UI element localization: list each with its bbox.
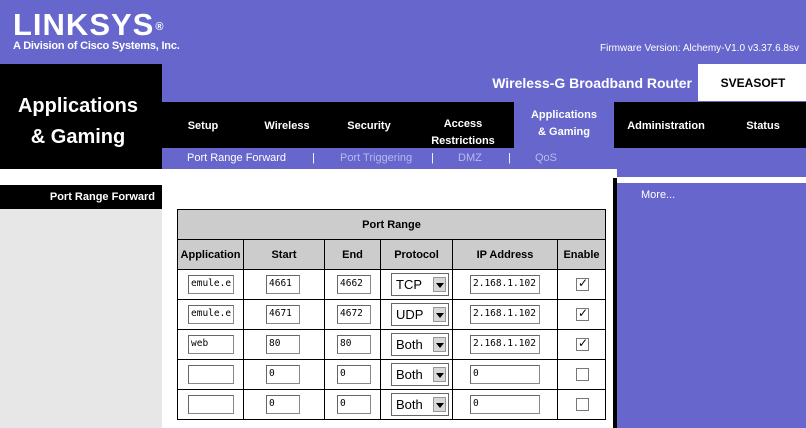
enable-checkbox[interactable] xyxy=(576,368,589,381)
application-input[interactable]: emule.e xyxy=(188,305,234,324)
tab-label: Setup xyxy=(187,120,219,132)
tab-setup[interactable]: Setup xyxy=(170,105,236,148)
logo-text: LINKSYS xyxy=(13,7,155,42)
subtab-port-range-forward[interactable]: Port Range Forward xyxy=(187,152,286,164)
end-port-input[interactable]: 0 xyxy=(337,395,371,414)
right-divider xyxy=(617,177,806,183)
dropdown-arrow-icon[interactable] xyxy=(433,277,446,292)
protocol-value: UDP xyxy=(396,307,424,322)
subtab-separator: | xyxy=(312,152,315,164)
tab-label: Security xyxy=(347,120,391,132)
section-title-block: Applications & Gaming xyxy=(0,64,162,169)
protocol-select[interactable]: Both xyxy=(391,393,449,416)
end-port-input[interactable]: 80 xyxy=(337,335,371,354)
port-range-title: Port Range xyxy=(177,209,606,240)
start-port-input[interactable]: 4661 xyxy=(266,275,300,294)
dropdown-arrow-icon[interactable] xyxy=(433,337,446,352)
tab-status[interactable]: Status xyxy=(726,105,800,148)
content-top-spacer xyxy=(162,169,617,178)
col-header-application: Application xyxy=(177,239,244,270)
logo-registered-mark: ® xyxy=(155,21,165,33)
protocol-select[interactable]: Both xyxy=(391,333,449,356)
protocol-value: Both xyxy=(396,397,423,412)
model-box: SVEASOFT xyxy=(698,64,806,101)
subtab-dmz[interactable]: DMZ xyxy=(458,152,482,164)
protocol-value: TCP xyxy=(396,277,422,292)
tab-label: Administration xyxy=(627,120,705,132)
enable-checkbox[interactable] xyxy=(576,336,589,351)
sub-navigation: Port Range Forward | Port Triggering | D… xyxy=(162,148,806,169)
tab-applications-gaming[interactable]: Applications & Gaming xyxy=(514,100,614,148)
enable-checkbox[interactable] xyxy=(576,276,589,291)
start-port-input[interactable]: 0 xyxy=(266,365,300,384)
protocol-select[interactable]: UDP xyxy=(391,303,449,326)
logo-subtitle: A Division of Cisco Systems, Inc. xyxy=(13,40,180,52)
tab-security[interactable]: Security xyxy=(332,105,406,148)
end-port-input[interactable]: 0 xyxy=(337,365,371,384)
col-header-protocol: Protocol xyxy=(380,239,453,270)
protocol-select[interactable]: Both xyxy=(391,363,449,386)
col-header-enable: Enable xyxy=(557,239,606,270)
table-row: web 80 80 Both 2.168.1.102 xyxy=(177,329,606,360)
protocol-select[interactable]: TCP xyxy=(391,273,449,296)
table-row: emule.e 4671 4672 UDP 2.168.1.102 xyxy=(177,299,606,330)
application-input[interactable]: emule.e xyxy=(188,275,234,294)
ip-address-input[interactable]: 0 xyxy=(470,395,540,414)
more-link[interactable]: More... xyxy=(641,189,675,201)
product-name: Wireless-G Broadband Router xyxy=(492,75,692,91)
subtab-separator: | xyxy=(508,152,511,164)
start-port-input[interactable]: 4671 xyxy=(266,305,300,324)
tab-label: Status xyxy=(746,120,780,132)
col-header-ip-address: IP Address xyxy=(452,239,558,270)
model-name: SVEASOFT xyxy=(720,76,786,90)
port-range-table: Port Range Application Start End Protoco… xyxy=(177,209,606,420)
ip-address-input[interactable]: 2.168.1.102 xyxy=(470,335,540,354)
tab-wireless[interactable]: Wireless xyxy=(250,105,324,148)
protocol-value: Both xyxy=(396,337,423,352)
end-port-input[interactable]: 4662 xyxy=(337,275,371,294)
product-bar: Wireless-G Broadband Router SVEASOFT xyxy=(162,64,806,101)
table-row: emule.e 4661 4662 TCP 2.168.1.102 xyxy=(177,269,606,300)
protocol-value: Both xyxy=(396,367,423,382)
dropdown-arrow-icon[interactable] xyxy=(433,367,446,382)
left-section-label: Port Range Forward xyxy=(0,185,162,209)
start-port-input[interactable]: 80 xyxy=(266,335,300,354)
ip-address-input[interactable]: 0 xyxy=(470,365,540,384)
left-spacer xyxy=(0,169,162,185)
table-row: 0 0 Both 0 xyxy=(177,389,606,420)
ip-address-input[interactable]: 2.168.1.102 xyxy=(470,305,540,324)
main-tabs: Setup Wireless Security Access Restricti… xyxy=(162,100,806,148)
col-header-end: End xyxy=(324,239,381,270)
linksys-logo: LINKSYS® xyxy=(13,9,164,40)
firmware-version: Firmware Version: Alchemy-V1.0 v3.37.6.8… xyxy=(600,43,799,54)
table-row: 0 0 Both 0 xyxy=(177,359,606,390)
subtab-port-triggering[interactable]: Port Triggering xyxy=(340,152,412,164)
tab-label: Access Restrictions xyxy=(431,117,495,147)
application-input[interactable]: web xyxy=(188,335,234,354)
table-header-row: Application Start End Protocol IP Addres… xyxy=(177,239,606,270)
start-port-input[interactable]: 0 xyxy=(266,395,300,414)
end-port-input[interactable]: 4672 xyxy=(337,305,371,324)
dropdown-arrow-icon[interactable] xyxy=(433,397,446,412)
application-input[interactable] xyxy=(188,365,234,384)
subtab-qos[interactable]: QoS xyxy=(535,152,557,164)
top-banner: LINKSYS® A Division of Cisco Systems, In… xyxy=(0,0,806,64)
enable-checkbox[interactable] xyxy=(576,398,589,411)
tab-label: Wireless xyxy=(264,120,310,132)
enable-checkbox[interactable] xyxy=(576,306,589,321)
right-help-panel xyxy=(617,169,806,428)
application-input[interactable] xyxy=(188,395,234,414)
router-admin-page: LINKSYS® A Division of Cisco Systems, In… xyxy=(0,0,806,428)
ip-address-input[interactable]: 2.168.1.102 xyxy=(470,275,540,294)
tab-administration[interactable]: Administration xyxy=(620,105,712,148)
section-title: Applications & Gaming xyxy=(17,95,138,148)
col-header-start: Start xyxy=(243,239,325,270)
dropdown-arrow-icon[interactable] xyxy=(433,307,446,322)
tab-label: Applications & Gaming xyxy=(530,109,597,138)
subtab-separator: | xyxy=(431,152,434,164)
